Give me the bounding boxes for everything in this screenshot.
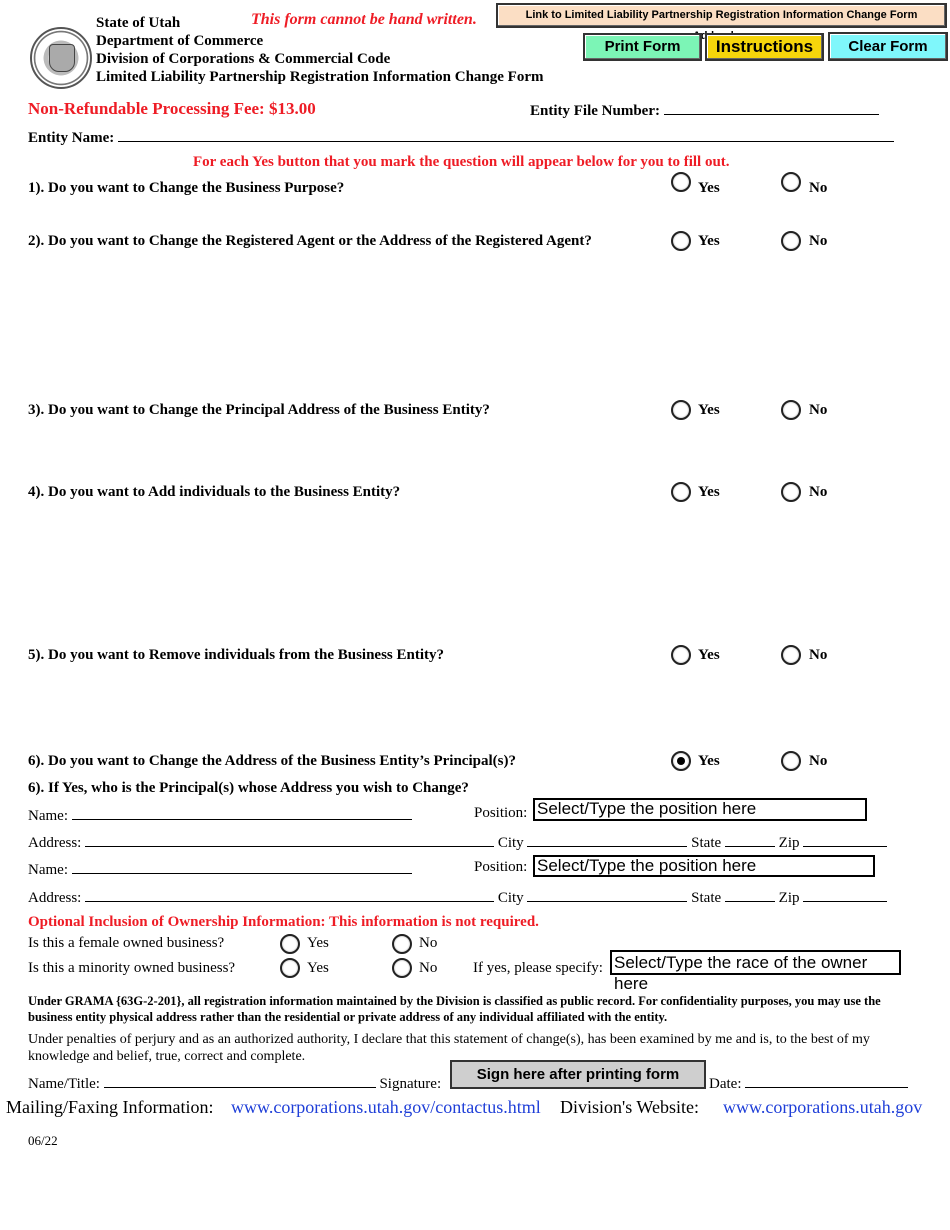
- instructions-button[interactable]: Instructions: [705, 33, 824, 61]
- principal-2-position-label: Position:: [474, 859, 528, 875]
- principal-1-position-select[interactable]: Select/Type the position here: [533, 798, 867, 821]
- date-field[interactable]: [745, 1073, 909, 1088]
- header-division: Division of Corporations & Commercial Co…: [96, 51, 391, 67]
- signature-label: Signature:: [379, 1076, 442, 1092]
- state-seal-icon: [30, 27, 92, 89]
- question-5-text: 5). Do you want to Remove individuals fr…: [28, 647, 445, 663]
- principal-1-name-label: Name:: [28, 808, 68, 824]
- principal-2-name-label: Name:: [28, 862, 68, 878]
- female-owned-yes-radio[interactable]: [280, 934, 300, 954]
- yes-instruction-note: For each Yes button that you mark the qu…: [193, 154, 730, 170]
- question-1-yes-radio[interactable]: [671, 172, 691, 192]
- minority-owned-no-label: No: [419, 960, 438, 976]
- principals-heading: 6). If Yes, who is the Principal(s) whos…: [28, 780, 469, 796]
- division-website-link[interactable]: www.corporations.utah.gov: [723, 1097, 922, 1118]
- addendum-link-button[interactable]: Link to Limited Liability Partnership Re…: [496, 3, 947, 42]
- question-6-no-radio[interactable]: [781, 751, 801, 771]
- grama-notice: Under GRAMA {63G-2-201}, all registratio…: [28, 994, 881, 1024]
- question-5-no-radio[interactable]: [781, 645, 801, 665]
- principal-1-city-label: City: [497, 835, 524, 851]
- question-3-text: 3). Do you want to Change the Principal …: [28, 402, 490, 418]
- name-title-label: Name/Title:: [28, 1076, 100, 1092]
- principal-2-address-label: Address:: [28, 890, 82, 906]
- header-state: State of Utah: [96, 15, 181, 31]
- principal-1-zip-label: Zip: [778, 835, 800, 851]
- question-1-yes-label: Yes: [698, 180, 720, 196]
- question-4-no-label: No: [809, 484, 828, 500]
- question-5-yes-label: Yes: [698, 647, 720, 663]
- question-5-no-label: No: [809, 647, 828, 663]
- female-owned-no-radio[interactable]: [392, 934, 412, 954]
- question-1-no-radio[interactable]: [781, 172, 801, 192]
- header-department: Department of Commerce: [96, 33, 264, 49]
- entity-name-field[interactable]: [118, 127, 894, 142]
- question-4-text: 4). Do you want to Add individuals to th…: [28, 484, 401, 500]
- question-6-yes-label: Yes: [698, 753, 720, 769]
- question-3-no-label: No: [809, 402, 828, 418]
- question-2-no-radio[interactable]: [781, 231, 801, 251]
- principal-1-address-field[interactable]: [85, 832, 495, 847]
- principal-1-state-label: State: [691, 835, 722, 851]
- principal-1-position-label: Position:: [474, 805, 528, 821]
- ownership-heading: Optional Inclusion of Ownership Informat…: [28, 914, 539, 930]
- minority-owned-yes-label: Yes: [307, 960, 329, 976]
- principal-2-zip-field[interactable]: [803, 887, 888, 902]
- question-3-no-radio[interactable]: [781, 400, 801, 420]
- question-3-yes-radio[interactable]: [671, 400, 691, 420]
- question-2-yes-label: Yes: [698, 233, 720, 249]
- principal-2-state-field[interactable]: [724, 887, 775, 902]
- entity-file-number-field[interactable]: [663, 100, 879, 115]
- question-5-yes-radio[interactable]: [671, 645, 691, 665]
- female-owned-question: Is this a female owned business?: [28, 935, 225, 951]
- owner-race-select[interactable]: Select/Type the race of the owner here: [610, 950, 901, 993]
- female-owned-yes-label: Yes: [307, 935, 329, 951]
- principal-2-position-select[interactable]: Select/Type the position here: [533, 855, 875, 877]
- mailing-info-link[interactable]: www.corporations.utah.gov/contactus.html: [231, 1097, 541, 1118]
- revision-date: 06/22: [28, 1133, 58, 1148]
- question-6-text: 6). Do you want to Change the Address of…: [28, 753, 516, 769]
- principal-2-address-field[interactable]: [85, 887, 495, 902]
- principal-2-zip-label: Zip: [778, 890, 800, 906]
- question-6-no-label: No: [809, 753, 828, 769]
- question-2-text: 2). Do you want to Change the Registered…: [28, 233, 592, 249]
- principal-1-name-field[interactable]: [71, 805, 412, 820]
- principal-1-state-field[interactable]: [724, 832, 775, 847]
- minority-owned-no-radio[interactable]: [392, 958, 412, 978]
- question-4-yes-label: Yes: [698, 484, 720, 500]
- principal-2-name-field[interactable]: [71, 859, 412, 874]
- principal-2-city-field[interactable]: [527, 887, 688, 902]
- clear-form-button[interactable]: Clear Form: [828, 32, 948, 61]
- handwritten-warning: This form cannot be hand written.: [251, 11, 477, 28]
- form-title: Limited Liability Partnership Registrati…: [96, 69, 544, 85]
- principal-2-city-label: City: [497, 890, 524, 906]
- entity-name-label: Entity Name:: [28, 130, 115, 146]
- mailing-info-label: Mailing/Faxing Information:: [6, 1097, 214, 1117]
- question-2-yes-radio[interactable]: [671, 231, 691, 251]
- question-1-text: 1). Do you want to Change the Business P…: [28, 180, 345, 196]
- question-4-yes-radio[interactable]: [671, 482, 691, 502]
- processing-fee: Non-Refundable Processing Fee: $13.00: [28, 99, 316, 118]
- entity-file-number-label: Entity File Number:: [530, 103, 660, 119]
- question-2-no-label: No: [809, 233, 828, 249]
- minority-owned-question: Is this a minority owned business?: [28, 960, 236, 976]
- principal-1-zip-field[interactable]: [803, 832, 888, 847]
- print-form-button[interactable]: Print Form: [583, 33, 702, 61]
- date-label: Date:: [709, 1076, 742, 1092]
- principal-1-city-field[interactable]: [527, 832, 688, 847]
- question-6-yes-radio[interactable]: [671, 751, 691, 771]
- principal-2-state-label: State: [691, 890, 722, 906]
- race-specify-label: If yes, please specify:: [473, 960, 603, 976]
- question-4-no-radio[interactable]: [781, 482, 801, 502]
- division-website-label: Division's Website:: [560, 1097, 699, 1117]
- minority-owned-yes-radio[interactable]: [280, 958, 300, 978]
- question-3-yes-label: Yes: [698, 402, 720, 418]
- female-owned-no-label: No: [419, 935, 438, 951]
- principal-1-address-label: Address:: [28, 835, 82, 851]
- name-title-field[interactable]: [103, 1073, 376, 1088]
- sign-here-button[interactable]: Sign here after printing form: [450, 1060, 706, 1089]
- question-1-no-label: No: [809, 180, 828, 196]
